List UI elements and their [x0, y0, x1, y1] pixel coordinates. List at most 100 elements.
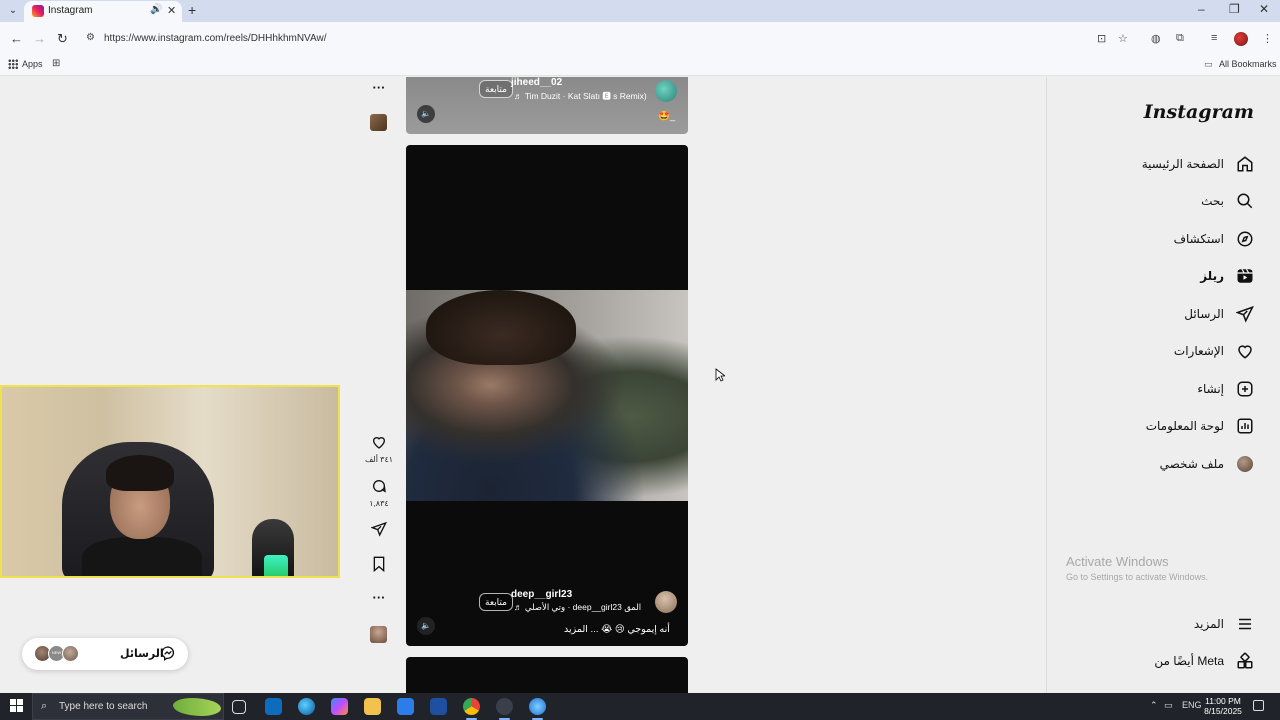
sidebar-item-reels[interactable]: ريلز	[1200, 264, 1256, 288]
activate-windows-watermark: Activate Windows Go to Settings to activ…	[1066, 554, 1208, 582]
audio-thumbnail[interactable]	[370, 114, 387, 131]
media-control-icon[interactable]: ≡	[1211, 32, 1217, 44]
audio-thumbnail[interactable]	[370, 626, 387, 643]
install-app-icon[interactable]: ⊡	[1097, 32, 1106, 45]
sidebar-item-profile[interactable]: ملف شخصي	[1160, 452, 1256, 476]
microphone-light	[264, 555, 288, 576]
obs-icon[interactable]	[496, 698, 513, 720]
window-close-button[interactable]: ✕	[1259, 2, 1269, 16]
tab-instagram[interactable]: Instagram 🔊 ✕	[24, 1, 182, 22]
clock-date: 8/15/2025	[1204, 706, 1242, 716]
sidebar-item-dashboard[interactable]: لوحة المعلومات	[1146, 414, 1256, 438]
site-info-icon[interactable]: ⚙	[86, 32, 95, 43]
language-indicator[interactable]: ENG	[1182, 700, 1202, 710]
reel-author-avatar[interactable]	[655, 80, 677, 102]
mute-icon[interactable]: 🔈	[417, 105, 435, 123]
reel-author-avatar[interactable]	[655, 591, 677, 613]
mute-icon[interactable]: 🔈	[417, 617, 435, 635]
messages-pill[interactable]: NEW الرسائل	[22, 638, 188, 670]
extension-icon[interactable]: ◍	[1151, 32, 1161, 45]
browser-profile-avatar[interactable]	[1234, 32, 1248, 46]
windows-start-icon[interactable]	[10, 699, 24, 713]
more-options-icon[interactable]: ···	[368, 80, 390, 95]
task-view-icon[interactable]	[232, 700, 246, 714]
url-text[interactable]: https://www.instagram.com/reels/DHHhkhmN…	[104, 33, 326, 44]
sidebar-item-label: الرسائل	[1184, 307, 1224, 321]
tray-overflow-icon[interactable]: ⌃	[1150, 700, 1158, 711]
security-icon[interactable]	[430, 698, 447, 715]
mouse-cursor	[715, 368, 725, 382]
file-explorer-icon[interactable]	[364, 698, 381, 715]
notifications-icon[interactable]	[1253, 700, 1264, 711]
browser-menu-icon[interactable]: ⋮	[1262, 32, 1273, 45]
extensions-puzzle-icon[interactable]: ⧉	[1176, 32, 1184, 45]
sidebar-item-meta[interactable]: أيضًا من Meta	[1154, 649, 1256, 673]
save-icon[interactable]	[368, 556, 390, 577]
follow-button[interactable]: متابعة	[479, 593, 513, 611]
copilot-icon[interactable]	[331, 698, 348, 715]
compass-icon	[1234, 228, 1256, 250]
reel-username[interactable]: jiheed__02	[511, 77, 562, 88]
follow-button[interactable]: متابعة	[479, 80, 513, 98]
watermark-subtitle: Go to Settings to activate Windows.	[1066, 572, 1209, 582]
network-icon[interactable]: ▭	[1164, 700, 1173, 711]
sidebar-item-more[interactable]: المزيد	[1194, 612, 1256, 636]
taskbar-search-placeholder: Type here to search	[59, 701, 148, 712]
edge-icon[interactable]	[298, 698, 315, 715]
reload-button[interactable]: ↻	[57, 31, 68, 47]
reel-next[interactable]	[406, 657, 688, 693]
app-icon[interactable]	[529, 698, 546, 720]
tab-search-icon[interactable]: ⌄	[4, 3, 22, 19]
chrome-icon[interactable]	[463, 698, 480, 720]
instagram-logo[interactable]: Instagram	[1144, 101, 1254, 123]
reel-video[interactable]	[406, 290, 688, 501]
chart-icon	[1234, 415, 1256, 437]
reel-caption[interactable]: 🤩_	[658, 111, 675, 122]
share-icon[interactable]	[368, 521, 390, 542]
taskbar-clock[interactable]: 11:00 PM 8/15/2025	[1200, 696, 1246, 716]
outlook-icon[interactable]	[265, 698, 282, 715]
address-bar-row: ← → ↻ ⚙ https://www.instagram.com/reels/…	[0, 22, 1280, 56]
sidebar-item-label: استكشاف	[1173, 232, 1224, 246]
avatar	[62, 645, 79, 662]
store-icon[interactable]	[397, 698, 414, 715]
all-bookmarks-link[interactable]: All Bookmarks	[1219, 59, 1277, 69]
bookmark-apps[interactable]: Apps	[22, 59, 43, 69]
forward-button[interactable]: →	[33, 31, 46, 46]
tab-groups-icon[interactable]: ⊞	[52, 58, 60, 69]
folder-icon: ▭	[1204, 59, 1213, 69]
sidebar-item-create[interactable]: إنشاء	[1197, 377, 1256, 401]
restore-button[interactable]: ❐	[1229, 2, 1240, 16]
streamer-hair	[106, 455, 174, 491]
sidebar-item-explore[interactable]: استكشاف	[1174, 227, 1256, 251]
sidebar-item-messages[interactable]: الرسائل	[1184, 302, 1256, 326]
reel-current[interactable]: 🔈 متابعة deep__girl23 ♬ وتي الأصلي · dee…	[406, 145, 688, 646]
reel-caption[interactable]: أنه إيموجي 😢 😭 ... المزيد	[564, 624, 670, 635]
like-icon[interactable]	[368, 434, 390, 455]
clock-time: 11:00 PM	[1205, 696, 1241, 706]
reel-audio[interactable]: ♬ وتي الأصلي · deep__girl23 المق	[514, 602, 641, 613]
sidebar-item-label: الإشعارات	[1173, 344, 1224, 358]
more-options-icon[interactable]: ···	[368, 590, 390, 605]
bookmark-star-icon[interactable]: ☆	[1118, 32, 1128, 45]
new-tab-button[interactable]: +	[188, 2, 196, 18]
reel-previous[interactable]: 🔈 متابعة jiheed__02 ♬ Tim Duzit · Kat Sl…	[406, 77, 688, 134]
reel-audio[interactable]: ♬ Tim Duzit · Kat Slatı 🅴 s Remix)	[514, 90, 647, 102]
instagram-favicon-icon	[32, 5, 44, 17]
profile-icon	[1234, 453, 1256, 475]
taskbar-search[interactable]: ⌕ Type here to search	[32, 693, 224, 720]
sidebar-item-search[interactable]: بحث	[1201, 189, 1256, 213]
tab-audio-icon[interactable]: 🔊	[150, 4, 162, 15]
tab-title: Instagram	[48, 5, 93, 16]
back-button[interactable]: ←	[10, 31, 23, 46]
comment-icon[interactable]	[368, 478, 390, 499]
sidebar-item-home[interactable]: الصفحة الرئيسية	[1142, 152, 1256, 176]
sidebar-item-label: إنشاء	[1197, 382, 1224, 396]
tab-close-icon[interactable]: ✕	[167, 4, 176, 17]
apps-grid-icon[interactable]	[8, 59, 18, 69]
reel-username[interactable]: deep__girl23	[511, 589, 572, 600]
heart-icon	[1234, 340, 1256, 362]
omnibox[interactable]: ⚙ https://www.instagram.com/reels/DHHhkh…	[80, 27, 1140, 51]
sidebar-item-notifications[interactable]: الإشعارات	[1174, 339, 1256, 363]
minimize-button[interactable]: –	[1198, 2, 1205, 16]
